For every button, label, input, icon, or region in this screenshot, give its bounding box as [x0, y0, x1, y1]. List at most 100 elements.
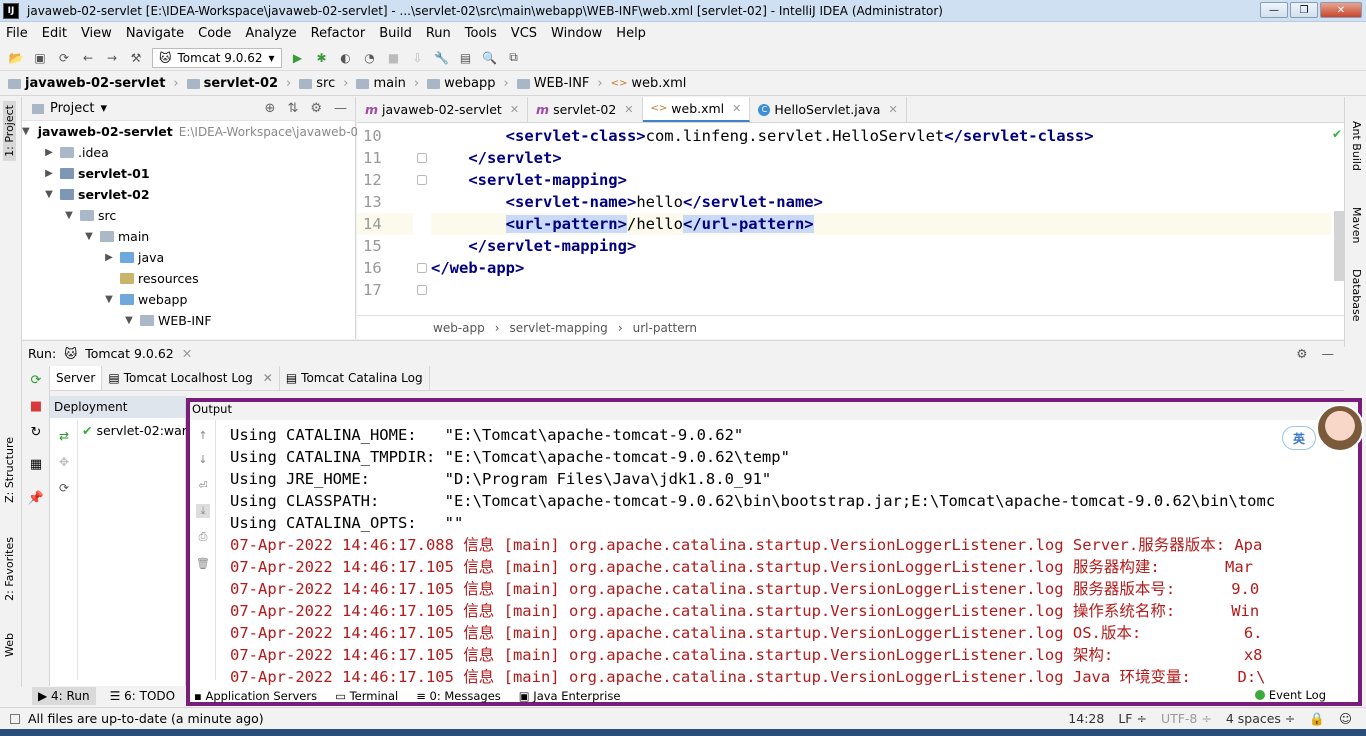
xml-crumb-url-pattern[interactable]: url-pattern [633, 321, 697, 335]
tab-javaweb-02-servlet[interactable]: m javaweb-02-servlet ✕ [357, 97, 529, 122]
tab-tomcat-catalina-log[interactable]: ▤ Tomcat Catalina Log [280, 366, 430, 390]
tree-item-java[interactable]: ▶ java [22, 247, 355, 268]
hide-icon[interactable]: — [1322, 346, 1335, 361]
tree-item-servlet-02[interactable]: ▼ servlet-02 [22, 184, 355, 205]
tab-java-enterprise[interactable]: ▣ Java Enterprise [519, 689, 621, 703]
tree-item-idea[interactable]: ▶ .idea [22, 142, 355, 163]
menu-navigate[interactable]: Navigate [126, 26, 184, 41]
caret-position[interactable]: 14:28 [1068, 711, 1104, 727]
run-icon[interactable]: ▶ [290, 50, 306, 66]
tab-terminal[interactable]: ▭ Terminal [335, 689, 398, 703]
indent-setting[interactable]: 4 spaces ÷ [1226, 711, 1296, 727]
tab-run[interactable]: ▶ 4: Run [32, 687, 96, 705]
deployment-item[interactable]: ✔ servlet-02:war [82, 423, 187, 438]
hide-icon[interactable]: — [334, 101, 347, 116]
fold-marker-icon[interactable] [417, 175, 427, 185]
fold-marker-icon[interactable] [417, 263, 427, 273]
menu-vcs[interactable]: VCS [511, 26, 537, 41]
pin-icon[interactable]: 📌 [28, 490, 44, 506]
menu-code[interactable]: Code [198, 26, 231, 41]
crumb-project[interactable]: javaweb-02-servlet [8, 76, 165, 91]
event-log-tab[interactable]: Event Log [1254, 688, 1326, 702]
menu-file[interactable]: File [6, 26, 28, 41]
scroll-up-icon[interactable]: ↑ [196, 428, 210, 442]
stop-icon[interactable]: ■ [28, 398, 44, 414]
project-structure-icon[interactable]: ▤ [458, 50, 474, 66]
menu-window[interactable]: Window [551, 26, 602, 41]
close-icon[interactable]: ✕ [182, 346, 192, 361]
tree-item-web-inf[interactable]: ▼ WEB-INF [22, 310, 355, 331]
close-icon[interactable]: ✕ [732, 102, 741, 115]
xml-crumb-web-app[interactable]: web-app [433, 321, 485, 335]
search-icon[interactable]: 🔍 [482, 50, 498, 66]
line-separator[interactable]: LF ÷ [1118, 711, 1147, 727]
ime-indicator[interactable]: 英 [1282, 426, 1316, 450]
update-icon[interactable]: ⇩ [410, 50, 426, 66]
database-tool-tab[interactable]: Database [1350, 269, 1363, 322]
save-icon[interactable]: ▣ [32, 50, 48, 66]
run-config-select[interactable]: 🐱 Tomcat 9.0.62 ▾ [152, 47, 282, 68]
menu-refactor[interactable]: Refactor [311, 26, 366, 41]
tab-servlet-02[interactable]: m servlet-02 ✕ [528, 97, 643, 122]
collapse-icon[interactable]: ⇅ [287, 101, 298, 116]
open-folder-icon[interactable]: 📂 [8, 50, 24, 66]
avatar[interactable] [1316, 404, 1364, 452]
status-icon[interactable] [10, 713, 20, 724]
tab-application-servers[interactable]: ▪ Application Servers [194, 689, 317, 703]
close-icon[interactable]: ✕ [263, 371, 273, 385]
favorites-tool-tab[interactable]: 2: Favorites [3, 537, 16, 601]
forward-icon[interactable]: → [104, 50, 120, 66]
locate-icon[interactable]: ⊕ [265, 101, 276, 116]
tab-web-xml[interactable]: <> web.xml ✕ [642, 97, 751, 122]
gear-icon[interactable]: ⚙ [1296, 346, 1307, 361]
close-button[interactable]: ✕ [1320, 2, 1362, 18]
menu-help[interactable]: Help [616, 26, 646, 41]
coverage-icon[interactable]: ◐ [338, 50, 354, 66]
crumb-module[interactable]: servlet-02 [186, 76, 278, 91]
tab-todo[interactable]: ☰ 6: TODO [110, 689, 176, 703]
console-text[interactable]: Using CATALINA_HOME: "E:\Tomcat\apache-t… [230, 424, 1346, 686]
project-view-label[interactable]: Project [50, 101, 94, 116]
project-tool-tab[interactable]: 1: Project [3, 101, 16, 161]
tab-tomcat-localhost-log[interactable]: ▤ Tomcat Localhost Log ✕ [102, 366, 280, 390]
tree-item-root[interactable]: ▼ javaweb-02-servlet E:\IDEA-Workspace\ja… [22, 121, 358, 142]
maven-tool-tab[interactable]: Maven [1350, 207, 1363, 243]
tab-helloservlet-java[interactable]: C HelloServlet.java ✕ [750, 97, 907, 122]
soft-wrap-icon[interactable]: ⏎ [196, 478, 210, 492]
ant-build-tool-tab[interactable]: Ant Build [1350, 121, 1363, 171]
debug-icon[interactable]: ✱ [314, 50, 330, 66]
crumb-web-xml[interactable]: <> web.xml [611, 76, 687, 91]
close-icon[interactable]: ✕ [624, 103, 633, 116]
editor-scrollbar[interactable] [1334, 211, 1344, 281]
close-icon[interactable]: ✕ [888, 103, 897, 116]
tree-item-servlet-01[interactable]: ▶ servlet-01 [22, 163, 355, 184]
scroll-to-end-icon[interactable]: ⤓ [196, 504, 210, 518]
settings-wrench-icon[interactable]: 🔧 [434, 50, 450, 66]
rerun-icon[interactable]: ⟳ [28, 372, 44, 388]
crumb-web-inf[interactable]: WEB-INF [516, 76, 589, 91]
layout-icon[interactable]: ▦ [28, 456, 44, 472]
trash-icon[interactable]: 🗑 [196, 556, 210, 570]
web-tool-tab[interactable]: Web [3, 633, 16, 657]
xml-crumb-servlet-mapping[interactable]: servlet-mapping [510, 321, 608, 335]
menu-edit[interactable]: Edit [42, 26, 67, 41]
code-area[interactable]: 10 11 12 13 14 15 16 17 <servlet-class>c… [357, 125, 1344, 315]
maximize-button[interactable]: ❐ [1290, 2, 1318, 18]
tree-item-src[interactable]: ▼ src [22, 205, 355, 226]
restart-icon[interactable]: ↻ [28, 424, 44, 440]
file-encoding[interactable]: UTF-8 ÷ [1161, 711, 1212, 727]
build-hammer-icon[interactable]: ⚒ [128, 50, 144, 66]
crumb-src[interactable]: src [299, 76, 335, 91]
deploy-all-icon[interactable]: ⇄ [56, 428, 72, 444]
fold-marker-icon[interactable] [417, 153, 427, 163]
tree-item-webapp[interactable]: ▼ webapp [22, 289, 355, 310]
crumb-webapp[interactable]: webapp [427, 76, 495, 91]
structure-tool-tab[interactable]: Z: Structure [3, 437, 16, 503]
refresh-icon[interactable]: ⟳ [56, 480, 72, 496]
run-config-tab[interactable]: Tomcat 9.0.62 [85, 346, 174, 361]
menu-build[interactable]: Build [379, 26, 412, 41]
tab-messages[interactable]: ≡ 0: Messages [416, 689, 501, 703]
inspector-icon[interactable]: ☺ [1339, 711, 1352, 727]
tab-server[interactable]: Server [50, 366, 103, 390]
tree-item-main[interactable]: ▼ main [22, 226, 355, 247]
